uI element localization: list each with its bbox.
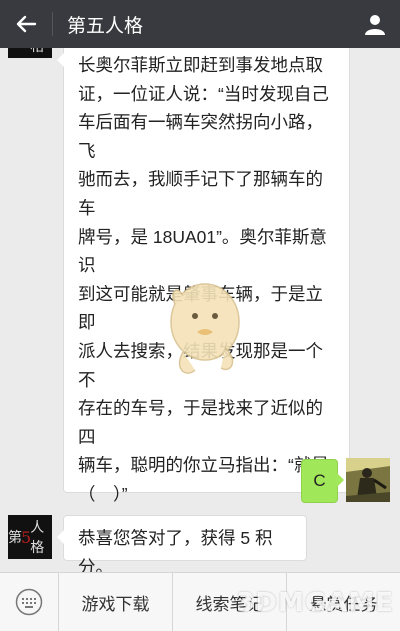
watermark: 3DMGAME [236, 588, 394, 618]
bot-avatar-accent: 5 [21, 527, 31, 547]
keyboard-toggle-button[interactable] [0, 573, 58, 631]
question-line: 牌号，是 18UA01”。奥尔菲斯意识 [78, 226, 327, 276]
user-answer-text: C [313, 471, 326, 490]
question-line: 驰而去，我顺手记下了那辆车的车 [78, 169, 323, 218]
bot-avatar[interactable]: 第 5 人格 [8, 515, 52, 559]
question-line: （ ）” [78, 483, 128, 504]
header-divider [52, 12, 53, 36]
question-bubble[interactable]: 长奥尔菲斯立即赶到事发地点取 证，一位证人说：“当时发现自己车后面有一辆车突然拐向… [57, 48, 350, 572]
page-title: 第五人格 [67, 15, 144, 37]
bot-avatar-text: 第 [8, 530, 22, 546]
question-line: 车后面有一辆车突然拐向小路，飞 [78, 112, 323, 161]
person-icon [365, 15, 385, 35]
user-answer-bubble[interactable]: C [301, 459, 344, 503]
mascot-illustration [170, 283, 240, 374]
question-line: 证，一位证人说：“当时发现自己 [78, 83, 329, 104]
keyboard-icon [15, 588, 43, 616]
bot-avatar[interactable]: 第 5 人格 [8, 48, 52, 58]
question-line: 长奥尔菲斯立即赶到事发地点取 [78, 55, 323, 75]
back-button[interactable] [0, 0, 52, 48]
top-bar: 第五人格 [0, 0, 400, 48]
bot-avatar-tail: 人格 [30, 48, 52, 56]
bot-avatar-tail: 人格 [30, 520, 44, 556]
reply-bubble[interactable]: 恭喜您答对了，获得 5 积分。 [57, 515, 307, 572]
user-avatar[interactable] [346, 458, 390, 502]
question-line: 存在的车号，于是找来了近似的四 [78, 398, 323, 447]
chat-area[interactable]: 第 5 人格 长奥尔菲斯立即赶到事发地点取证，一位证人说：“当时发现自己车后面有… [0, 48, 400, 572]
question-line: 辆车，聪明的你立马指出：“就是 [78, 455, 329, 476]
profile-button[interactable] [350, 0, 400, 48]
arrow-left-icon [16, 15, 37, 33]
menu-item-game-download[interactable]: 游戏下载 [58, 572, 172, 631]
user-avatar-image [346, 458, 390, 502]
